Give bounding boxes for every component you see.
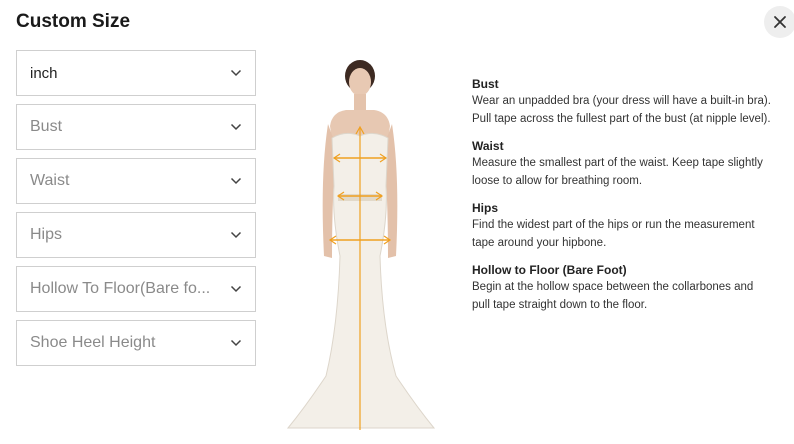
waist-select-placeholder: Waist — [30, 172, 70, 189]
guide-heading: Bust — [472, 77, 499, 91]
chevron-down-icon — [230, 339, 242, 347]
unit-select-value: inch — [30, 64, 58, 82]
guide-bust: Bust Wear an unpadded bra (your dress wi… — [472, 76, 772, 128]
guide-hollow-to-floor: Hollow to Floor (Bare Foot) Begin at the… — [472, 262, 772, 314]
guide-text: Find the widest part of the hips or run … — [472, 219, 755, 249]
shoe-heel-height-select-placeholder: Shoe Heel Height — [30, 334, 156, 351]
wedding-dress — [286, 132, 436, 429]
guide-text: Begin at the hollow space between the co… — [472, 281, 754, 311]
guide-heading: Waist — [472, 139, 504, 153]
close-icon — [774, 16, 786, 28]
guide-waist: Waist Measure the smallest part of the w… — [472, 138, 772, 190]
guide-hips: Hips Find the widest part of the hips or… — [472, 200, 772, 252]
dress-measurement-illustration — [286, 60, 436, 430]
modal-title: Custom Size — [16, 11, 131, 32]
waist-select[interactable]: Waist — [16, 158, 256, 204]
model-face — [349, 68, 371, 96]
chevron-down-icon — [230, 69, 242, 77]
chevron-down-icon — [230, 285, 242, 293]
model-neck — [354, 94, 366, 110]
guide-text: Wear an unpadded bra (your dress will ha… — [472, 95, 771, 125]
guide-heading: Hollow to Floor (Bare Foot) — [472, 263, 627, 277]
hollow-to-floor-select[interactable]: Hollow To Floor(Bare fo... — [16, 266, 256, 312]
chevron-down-icon — [230, 231, 242, 239]
hips-select-placeholder: Hips — [30, 226, 63, 243]
measurement-guide: Bust Wear an unpadded bra (your dress wi… — [472, 76, 772, 324]
size-form: inch Bust Waist Hips Hollow To Floor(Bar… — [16, 50, 256, 374]
bust-select-placeholder: Bust — [30, 118, 63, 135]
chevron-down-icon — [230, 123, 242, 131]
guide-text: Measure the smallest part of the waist. … — [472, 157, 763, 187]
bust-select[interactable]: Bust — [16, 104, 256, 150]
shoe-heel-height-select[interactable]: Shoe Heel Height — [16, 320, 256, 366]
hollow-to-floor-select-placeholder: Hollow To Floor(Bare fo... — [30, 280, 211, 297]
close-button[interactable] — [764, 6, 794, 38]
unit-select[interactable]: inch — [16, 50, 256, 96]
guide-heading: Hips — [472, 201, 499, 215]
hips-select[interactable]: Hips — [16, 212, 256, 258]
chevron-down-icon — [230, 177, 242, 185]
